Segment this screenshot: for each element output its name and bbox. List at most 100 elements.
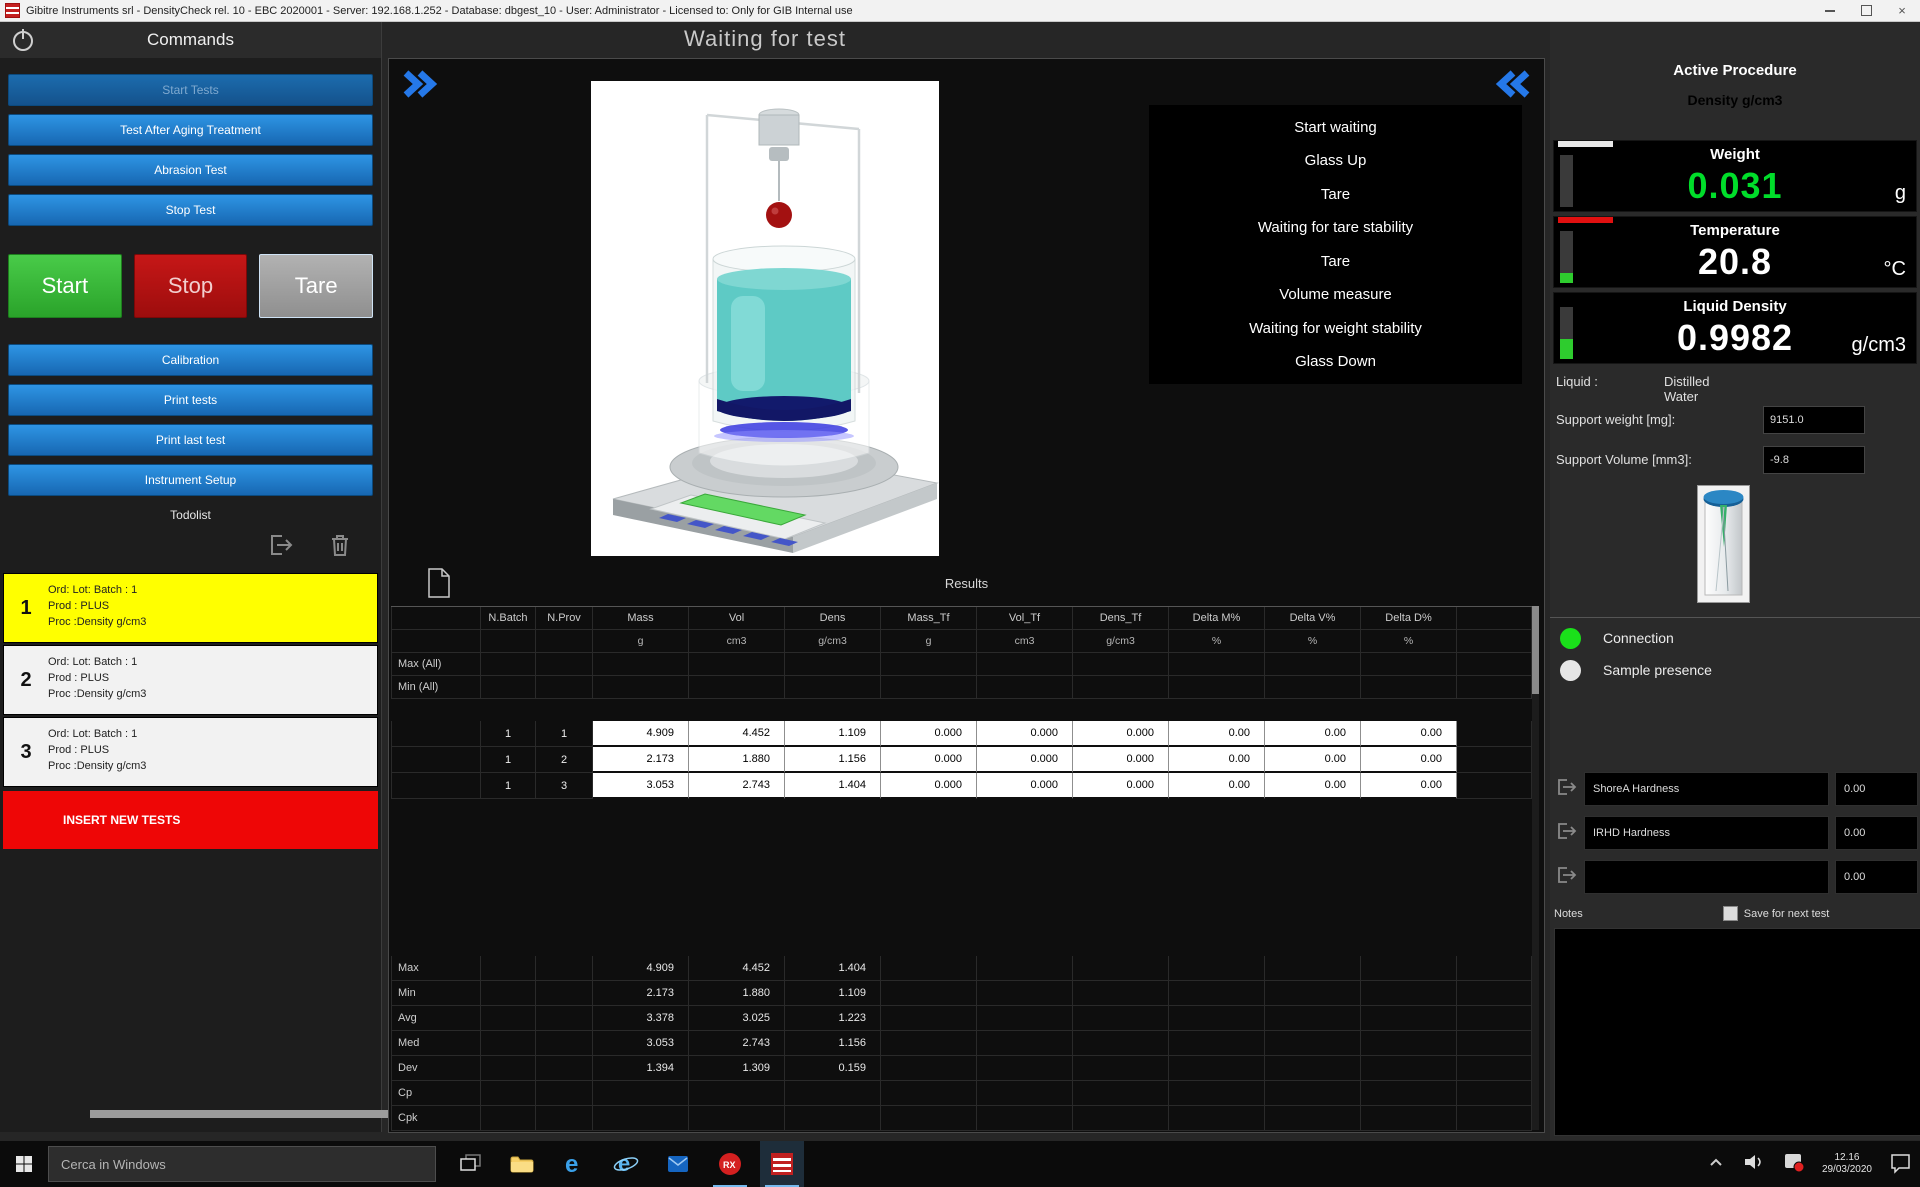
table-cell — [1457, 1031, 1532, 1056]
table-cell — [1169, 956, 1265, 981]
command-button-0[interactable]: Start Tests — [8, 74, 373, 106]
close-button[interactable]: × — [1884, 0, 1920, 21]
table-cell: 2.173 — [593, 747, 689, 773]
hardness-value-field[interactable]: 0.00 — [1835, 860, 1918, 894]
table-cell — [1265, 1106, 1361, 1131]
todo-item-number: 2 — [4, 646, 48, 714]
power-icon[interactable] — [10, 27, 36, 53]
status-step-0: Start waiting — [1149, 119, 1522, 136]
minimize-button[interactable] — [1812, 0, 1848, 21]
table-cell: Delta M% — [1169, 607, 1265, 630]
table-cell: 4.909 — [593, 956, 689, 981]
chevron-up-icon[interactable] — [1706, 1152, 1726, 1177]
table-cell — [1457, 630, 1532, 653]
table-cell — [391, 773, 481, 799]
utility-button-0[interactable]: Calibration — [8, 344, 373, 376]
utility-button-2[interactable]: Print last test — [8, 424, 373, 456]
utility-button-3[interactable]: Instrument Setup — [8, 464, 373, 496]
density-balance-illustration — [591, 81, 939, 556]
edge-icon[interactable]: e — [552, 1141, 596, 1187]
internet-explorer-icon[interactable]: e — [604, 1141, 648, 1187]
action-center-icon[interactable] — [1888, 1150, 1912, 1179]
table-cell: 1 — [481, 721, 536, 747]
start-button[interactable]: Start — [8, 254, 122, 318]
save-for-next-test-checkbox[interactable] — [1723, 906, 1738, 921]
hardness-value-field[interactable]: 0.00 — [1835, 816, 1918, 850]
hardness-name-field[interactable]: ShoreA Hardness — [1584, 772, 1829, 806]
hardness-name-field[interactable]: IRHD Hardness — [1584, 816, 1829, 850]
table-cell — [1457, 747, 1532, 773]
table-cell — [536, 1006, 593, 1031]
table-cell: % — [1265, 630, 1361, 653]
weight-display: Weight 0.031 g — [1553, 140, 1917, 212]
weight-value: 0.031 — [1554, 165, 1916, 207]
support-volume-input[interactable] — [1763, 446, 1865, 474]
table-cell — [1457, 773, 1532, 799]
table-cell — [881, 1056, 977, 1081]
rewind-icon[interactable] — [1494, 69, 1532, 104]
command-button-1[interactable]: Test After Aging Treatment — [8, 114, 373, 146]
liquid-label: Liquid : — [1556, 374, 1598, 389]
table-cell — [536, 981, 593, 1006]
table-cell — [391, 607, 481, 630]
notes-textarea[interactable] — [1554, 928, 1920, 1136]
windows-start-icon[interactable] — [0, 1141, 48, 1187]
page-title: Waiting for test — [480, 26, 1050, 52]
task-view-icon[interactable] — [448, 1141, 492, 1187]
red-circle-app-icon[interactable]: RX — [708, 1141, 752, 1187]
table-cell — [481, 956, 536, 981]
table-cell: Max (All) — [391, 653, 481, 676]
table-cell — [1361, 981, 1457, 1006]
liquid-density-label: Liquid Density — [1554, 298, 1916, 315]
maximize-button[interactable] — [1848, 0, 1884, 21]
table-cell: Cp — [391, 1081, 481, 1106]
todo-item-2[interactable]: 2Ord: Lot: Batch : 1Prod : PLUSProc :Den… — [3, 645, 378, 715]
trash-icon[interactable] — [325, 530, 355, 565]
command-button-2[interactable]: Abrasion Test — [8, 154, 373, 186]
results-scrollbar[interactable] — [1532, 606, 1539, 1130]
todo-item-3[interactable]: 3Ord: Lot: Batch : 1Prod : PLUSProc :Den… — [3, 717, 378, 787]
hardness-row-1: IRHD Hardness0.00 — [1554, 816, 1918, 850]
table-cell — [977, 676, 1073, 699]
hardness-value-field[interactable]: 0.00 — [1835, 772, 1918, 806]
todo-item-1[interactable]: 1Ord: Lot: Batch : 1Prod : PLUSProc :Den… — [3, 573, 378, 643]
results-data-table: 114.9094.4521.1090.0000.0000.0000.000.00… — [391, 721, 1532, 799]
table-cell: Min — [391, 981, 481, 1006]
table-cell — [481, 1006, 536, 1031]
table-cell — [481, 630, 536, 653]
weight-label: Weight — [1554, 146, 1916, 163]
file-explorer-icon[interactable] — [500, 1141, 544, 1187]
status-step-6: Waiting for weight stability — [1149, 320, 1522, 337]
export-test-icon[interactable] — [1554, 775, 1584, 804]
indicator-row-0: Connection — [1560, 625, 1712, 651]
volume-icon[interactable] — [1742, 1150, 1766, 1179]
search-input[interactable] — [48, 1146, 436, 1182]
table-cell: 0.000 — [881, 747, 977, 773]
notes-label: Notes — [1554, 908, 1583, 920]
export-test-icon[interactable] — [1554, 819, 1584, 848]
todo-item-text: Ord: Lot: Batch : 1Prod : PLUSProc :Dens… — [48, 574, 146, 642]
command-button-3[interactable]: Stop Test — [8, 194, 373, 226]
support-weight-row: Support weight [mg]: — [1556, 412, 1675, 427]
tray-app-icon[interactable] — [1782, 1150, 1806, 1179]
stop-button[interactable]: Stop — [134, 254, 248, 318]
temperature-value: 20.8 — [1554, 241, 1916, 283]
insert-new-tests-button[interactable]: INSERT NEW TESTS — [3, 791, 378, 849]
table-cell — [481, 1106, 536, 1131]
fast-forward-icon[interactable] — [401, 69, 439, 104]
table-cell — [1073, 676, 1169, 699]
table-cell — [391, 747, 481, 773]
table-cell: 0.159 — [785, 1056, 881, 1081]
mail-app-icon[interactable] — [656, 1141, 700, 1187]
utility-button-1[interactable]: Print tests — [8, 384, 373, 416]
tare-button[interactable]: Tare — [259, 254, 373, 318]
export-test-icon[interactable] — [265, 530, 295, 565]
taskbar-clock[interactable]: 12.16 29/03/2020 — [1822, 1152, 1872, 1176]
support-weight-input[interactable] — [1763, 406, 1865, 434]
hardness-row-0: ShoreA Hardness0.00 — [1554, 772, 1918, 806]
gibitre-app-icon[interactable] — [760, 1141, 804, 1187]
table-cell: cm3 — [689, 630, 785, 653]
export-test-icon[interactable] — [1554, 863, 1584, 892]
table-cell: 0.00 — [1169, 721, 1265, 747]
hardness-name-field[interactable] — [1584, 860, 1829, 894]
